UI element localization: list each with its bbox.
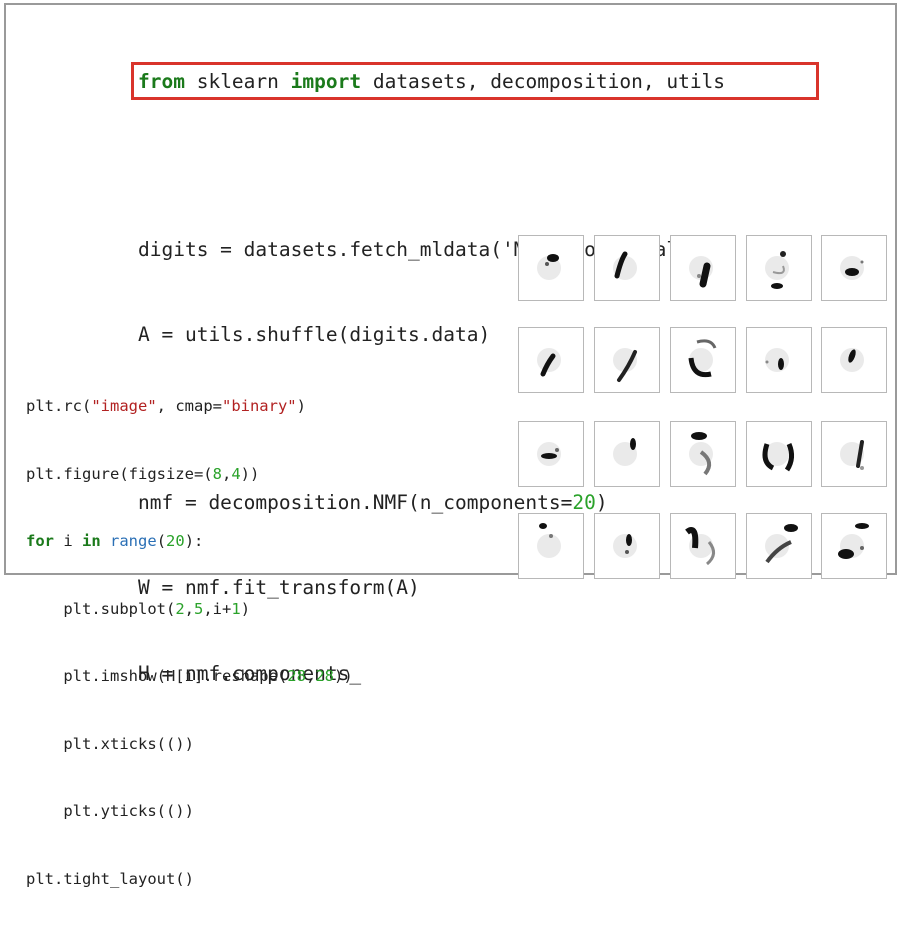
digit-component-glyph: [595, 328, 659, 392]
component-image: [670, 513, 736, 579]
plot-line-for: for i in range(20):: [26, 532, 204, 550]
component-image: [821, 327, 887, 393]
digit-component-glyph: [747, 514, 811, 578]
component-image: [518, 235, 584, 301]
digit-component-glyph: [747, 328, 811, 392]
digit-component-glyph: [822, 328, 886, 392]
plot-line-xticks: plt.xticks(()): [26, 734, 194, 753]
component-image: [670, 327, 736, 393]
plot-line-tight: plt.tight_layout(): [26, 869, 194, 888]
plot-line-yticks: plt.yticks(()): [26, 802, 194, 820]
plot-line-rc: plt.rc("image", cmap="binary"): [26, 397, 306, 415]
digit-component-glyph: [822, 236, 886, 300]
digit-component-glyph: [671, 422, 735, 486]
component-image: [518, 421, 584, 487]
component-image: [594, 235, 660, 301]
digit-component-glyph: [671, 328, 735, 392]
component-image: [670, 421, 736, 487]
component-image: [746, 235, 812, 301]
component-image: [746, 327, 812, 393]
digit-component-glyph: [747, 236, 811, 300]
plot-line-imshow: plt.imshow(H[i].reshape(28,28)): [26, 667, 353, 685]
component-image: [594, 513, 660, 579]
slide-frame: from sklearn import datasets, decomposit…: [4, 3, 897, 888]
digit-component-glyph: [822, 422, 886, 486]
plot-line-subplot: plt.subplot(2,5,i+1): [26, 599, 251, 618]
digit-component-glyph: [519, 236, 583, 300]
digit-component-glyph: [519, 422, 583, 486]
plot-line-figure: plt.figure(figsize=(8,4)): [26, 464, 260, 483]
digit-component-glyph: [519, 514, 583, 578]
digit-component-glyph: [595, 514, 659, 578]
digit-component-glyph: [595, 422, 659, 486]
component-image: [670, 235, 736, 301]
digit-component-glyph: [595, 236, 659, 300]
component-image: [594, 421, 660, 487]
component-image: [821, 421, 887, 487]
digit-component-glyph: [747, 422, 811, 486]
fetch-highlight-box: [131, 62, 819, 100]
component-image: [518, 513, 584, 579]
component-image: [821, 235, 887, 301]
component-image: [594, 327, 660, 393]
component-image: [821, 513, 887, 579]
component-image: [746, 421, 812, 487]
digit-component-glyph: [671, 514, 735, 578]
component-image: [518, 327, 584, 393]
component-image: [746, 513, 812, 579]
digit-component-glyph: [519, 328, 583, 392]
plot-code-block: plt.rc("image", cmap="binary") plt.figur…: [26, 350, 353, 935]
digit-component-glyph: [822, 514, 886, 578]
digit-component-glyph: [671, 236, 735, 300]
